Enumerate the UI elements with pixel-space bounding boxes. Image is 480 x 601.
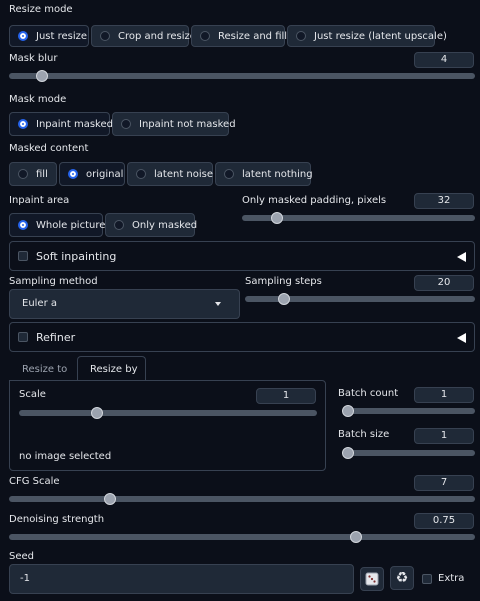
only-masked-padding-label: Only masked padding, pixels bbox=[242, 195, 387, 206]
scale-input[interactable]: 1 bbox=[256, 388, 316, 404]
radio-dot-icon bbox=[18, 220, 28, 230]
only-masked-padding-input[interactable]: 32 bbox=[414, 193, 474, 209]
slider-thumb[interactable] bbox=[342, 405, 354, 417]
denoising-strength-label: Denoising strength bbox=[9, 514, 105, 525]
radio-dot-icon bbox=[100, 31, 110, 41]
mask-mode-inpaint-not-masked[interactable]: Inpaint not masked bbox=[112, 112, 236, 136]
tab-resize-by-label: Resize by bbox=[90, 364, 138, 375]
scale-slider[interactable] bbox=[19, 407, 317, 419]
masked-content-label: Masked content bbox=[9, 143, 89, 154]
mask-blur-slider[interactable] bbox=[9, 70, 475, 82]
sampling-method-dropdown[interactable]: Euler a bbox=[9, 289, 240, 319]
no-image-selected-text: no image selected bbox=[19, 451, 112, 462]
radio-dot-icon bbox=[18, 31, 28, 41]
batch-size-slider[interactable] bbox=[342, 447, 475, 459]
inpaint-area-only-masked[interactable]: Only masked bbox=[105, 213, 197, 237]
extra-checkbox[interactable] bbox=[422, 573, 432, 584]
radio-dot-icon bbox=[121, 119, 131, 129]
mask-mode-group: Inpaint masked Inpaint not masked bbox=[9, 112, 236, 136]
collapse-triangle-icon[interactable] bbox=[457, 333, 466, 343]
sampling-steps-input[interactable]: 20 bbox=[414, 275, 474, 291]
seed-value: -1 bbox=[20, 573, 30, 584]
refiner-label: Refiner bbox=[36, 330, 76, 344]
radio-dot-icon bbox=[114, 220, 124, 230]
masked-content-original[interactable]: original bbox=[59, 162, 125, 186]
cfg-scale-slider[interactable] bbox=[9, 493, 475, 505]
dice-icon bbox=[365, 572, 379, 586]
inpaint-area-whole-picture[interactable]: Whole picture bbox=[9, 213, 105, 237]
resize-mode-group: Just resize Crop and resize Resize and f… bbox=[9, 25, 447, 47]
tab-resize-by[interactable]: Resize by bbox=[77, 356, 146, 381]
batch-count-input[interactable]: 1 bbox=[414, 387, 474, 403]
mask-mode-inpaint-masked[interactable]: Inpaint masked bbox=[9, 112, 113, 136]
sampling-steps-slider[interactable] bbox=[245, 293, 475, 305]
masked-content-latent-noise[interactable]: latent noise bbox=[127, 162, 213, 186]
batch-count-label: Batch count bbox=[338, 388, 399, 399]
slider-thumb[interactable] bbox=[349, 531, 362, 543]
denoising-strength-slider[interactable] bbox=[9, 531, 475, 543]
batch-size-label: Batch size bbox=[338, 429, 390, 440]
resize-by-panel: Scale 1 no image selected bbox=[9, 380, 326, 471]
seed-label: Seed bbox=[9, 551, 34, 562]
sampling-steps-label: Sampling steps bbox=[245, 276, 322, 287]
slider-thumb[interactable] bbox=[90, 407, 103, 419]
masked-content-latent-nothing[interactable]: latent nothing bbox=[215, 162, 313, 186]
mask-blur-input[interactable]: 4 bbox=[414, 52, 474, 68]
sampling-method-value: Euler a bbox=[22, 298, 58, 309]
soft-inpainting-accordion[interactable]: Soft inpainting bbox=[9, 241, 475, 271]
slider-thumb[interactable] bbox=[342, 447, 354, 459]
cfg-scale-input[interactable]: 7 bbox=[414, 475, 474, 491]
radio-dot-icon bbox=[18, 169, 28, 179]
radio-dot-icon bbox=[224, 169, 234, 179]
masked-content-group: fill original latent noise latent nothin… bbox=[9, 162, 313, 186]
reuse-seed-button[interactable]: ♻ bbox=[390, 566, 414, 590]
radio-dot-icon bbox=[200, 31, 210, 41]
mask-mode-label: Mask mode bbox=[9, 94, 67, 105]
tab-resize-to[interactable]: Resize to bbox=[22, 364, 67, 375]
extra-checkbox-container[interactable]: Extra bbox=[422, 573, 464, 584]
sampling-method-label: Sampling method bbox=[9, 276, 98, 287]
resize-mode-just-resize[interactable]: Just resize bbox=[9, 25, 89, 47]
soft-inpainting-checkbox[interactable] bbox=[18, 251, 28, 261]
soft-inpainting-label: Soft inpainting bbox=[36, 249, 117, 263]
refiner-accordion[interactable]: Refiner bbox=[9, 322, 475, 352]
extra-label: Extra bbox=[438, 573, 465, 584]
cfg-scale-label: CFG Scale bbox=[9, 476, 60, 487]
resize-mode-crop-and-resize[interactable]: Crop and resize bbox=[91, 25, 196, 47]
slider-thumb[interactable] bbox=[104, 493, 117, 505]
batch-count-slider[interactable] bbox=[342, 405, 475, 417]
slider-thumb[interactable] bbox=[270, 212, 283, 224]
slider-thumb[interactable] bbox=[36, 70, 49, 82]
masked-content-fill[interactable]: fill bbox=[9, 162, 57, 186]
mask-blur-label: Mask blur bbox=[9, 53, 58, 64]
random-seed-button[interactable] bbox=[360, 567, 384, 591]
batch-size-input[interactable]: 1 bbox=[414, 428, 474, 444]
seed-input[interactable]: -1 bbox=[9, 564, 354, 594]
recycle-icon: ♻ bbox=[395, 570, 409, 586]
radio-dot-icon bbox=[18, 119, 28, 129]
resize-mode-latent-upscale[interactable]: Just resize (latent upscale) bbox=[287, 25, 447, 47]
resize-mode-resize-and-fill[interactable]: Resize and fill bbox=[191, 25, 287, 47]
slider-thumb[interactable] bbox=[277, 293, 290, 305]
resize-mode-label: Resize mode bbox=[9, 4, 73, 15]
scale-label: Scale bbox=[19, 389, 46, 400]
inpaint-area-group: Whole picture Only masked bbox=[9, 213, 197, 237]
radio-dot-icon bbox=[136, 169, 146, 179]
only-masked-padding-slider[interactable] bbox=[242, 212, 475, 224]
denoising-strength-input[interactable]: 0.75 bbox=[414, 513, 474, 529]
inpaint-area-label: Inpaint area bbox=[9, 195, 70, 206]
radio-dot-icon bbox=[68, 169, 78, 179]
radio-dot-icon bbox=[296, 31, 306, 41]
collapse-triangle-icon[interactable] bbox=[457, 252, 466, 262]
chevron-down-icon bbox=[215, 302, 221, 306]
refiner-checkbox[interactable] bbox=[18, 332, 28, 342]
